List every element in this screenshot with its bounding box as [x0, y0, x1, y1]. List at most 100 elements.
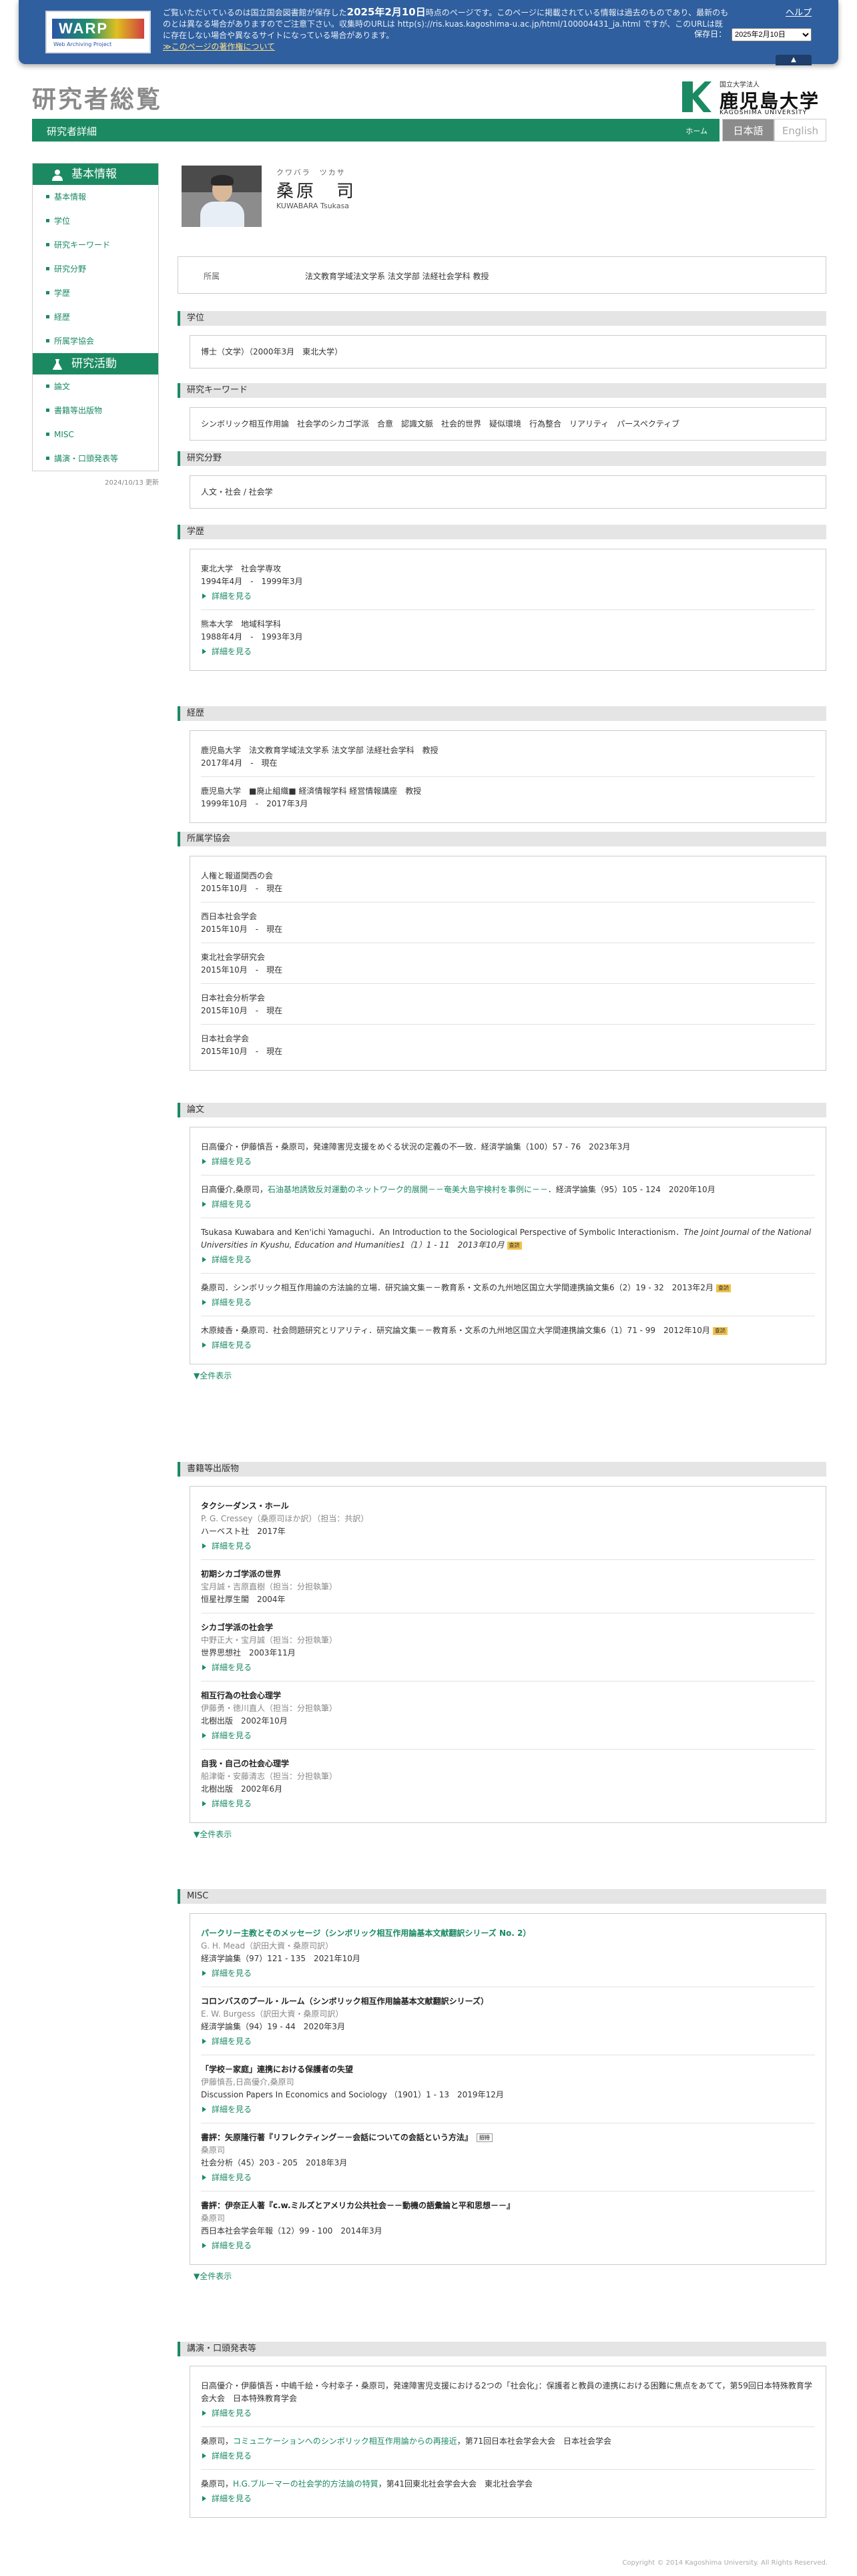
- paper-authors: 桑原司．シンボリック相互作用論の方法論的立場．研究論文集－－教育系・文系の九州地…: [201, 1283, 713, 1292]
- show-all-books-link[interactable]: ▼全件表示: [194, 1828, 826, 1840]
- sidebar-item-misc[interactable]: MISC: [33, 423, 158, 447]
- affiliation-box: 所属 法文教育学域法文学系 法文学部 法経社会学科 教授: [178, 256, 826, 294]
- talk-title-link[interactable]: コミュニケーションへのシンボリック相互作用論からの再接近: [233, 2436, 457, 2446]
- sidebar-item-field[interactable]: 研究分野: [33, 257, 158, 281]
- papers-box: 日高優介・伊藤慎吾・桑原司，発達障害児支援をめぐる状況の定義の不一致．経済学論集…: [190, 1127, 826, 1364]
- sidebar-item-career[interactable]: 経歴: [33, 305, 158, 329]
- sidebar-item-degree[interactable]: 学位: [33, 209, 158, 233]
- sidebar-item-talks[interactable]: 講演・口頭発表等: [33, 447, 158, 471]
- warp-date-select[interactable]: 2025年2月10日: [732, 28, 812, 41]
- details-link[interactable]: 詳細を見る: [201, 2035, 815, 2048]
- education-heading: 学歴: [178, 525, 826, 539]
- details-link[interactable]: 詳細を見る: [201, 1797, 815, 1810]
- photo-figure-hair: [211, 175, 234, 186]
- societies-heading: 所属学協会: [178, 832, 826, 846]
- career-section: 経歴 鹿児島大学 法文教育学域法文学系 法文学部 法経社会学科 教授 2017年…: [178, 706, 826, 823]
- details-link[interactable]: 詳細を見る: [201, 1539, 815, 1553]
- lang-japanese-button[interactable]: 日本語: [722, 119, 774, 142]
- career-name: 鹿児島大学 ■廃止組織■ 経済情報学科 経営情報講座 教授: [201, 786, 422, 796]
- show-all-papers-link[interactable]: ▼全件表示: [194, 1370, 826, 1381]
- list-item: 熊本大学 地域科学科 1988年4月 - 1993年3月 詳細を見る: [201, 610, 815, 665]
- list-item: 書評：伊奈正人著『c.w.ミルズとアメリカ公共社会－－動機の語彙論と平和思想－－…: [201, 2192, 815, 2259]
- talk-citation: 桑原司，H.G.ブルーマーの社会学的方法論の特質，第41回東北社会学会大会 東北…: [201, 2478, 815, 2491]
- peer-review-badge: 査読: [507, 1241, 522, 1250]
- paper-authors: 日高優介,桑原司，: [201, 1185, 268, 1194]
- society-period: 2015年10月 - 現在: [201, 884, 283, 893]
- book-title: タクシーダンス・ホール: [201, 1501, 289, 1511]
- details-link[interactable]: 詳細を見る: [201, 1967, 815, 1980]
- lang-english-button[interactable]: English: [774, 119, 826, 142]
- field-heading: 研究分野: [178, 451, 826, 466]
- career-box: 鹿児島大学 法文教育学域法文学系 法文学部 法経社会学科 教授 2017年4月 …: [190, 730, 826, 823]
- sidebar-item-papers[interactable]: 論文: [33, 374, 158, 399]
- details-link[interactable]: 詳細を見る: [201, 1253, 815, 1266]
- book-authors: 伊藤勇・徳川直人（担当：分担執筆）: [201, 1704, 338, 1713]
- warp-collapse-button[interactable]: ▲: [776, 55, 812, 65]
- misc-heading: MISC: [178, 1889, 826, 1904]
- sidebar-item-basic-info[interactable]: 基本情報: [33, 185, 158, 209]
- details-link[interactable]: 詳細を見る: [201, 2239, 815, 2252]
- list-item: 鹿児島大学 法文教育学域法文学系 法文学部 法経社会学科 教授 2017年4月 …: [201, 736, 815, 777]
- details-link[interactable]: 詳細を見る: [201, 589, 815, 603]
- paper-title-link[interactable]: 石油基地誘致反対運動のネットワーク的展開－－奄美大島宇検村を事例に－－: [268, 1185, 548, 1194]
- list-item: コロンバスのプール・ルーム（シンボリック相互作用論基本文献翻訳シリーズ） E. …: [201, 1987, 815, 2055]
- books-section: 書籍等出版物 タクシーダンス・ホール P. G. Cressey（桑原司ほか訳）…: [178, 1462, 826, 1840]
- book-authors: 船津衛・安藤清志（担当：分担執筆）: [201, 1772, 338, 1781]
- misc-authors: 桑原司: [201, 2145, 226, 2155]
- warp-banner: WARP Web Archiving Project ご覧いただいているのは国立…: [19, 0, 838, 65]
- misc-title: 「学校－家庭」連携における保護者の失望: [201, 2065, 354, 2074]
- talks-heading: 講演・口頭発表等: [178, 2342, 826, 2356]
- education-name: 熊本大学 地域科学科: [201, 619, 282, 629]
- misc-title-link[interactable]: パークリー主教とそのメッセージ（シンボリック相互作用論基本文献翻訳シリーズ No…: [201, 1927, 815, 1940]
- details-link[interactable]: 詳細を見る: [201, 645, 815, 658]
- sidebar-item-keywords[interactable]: 研究キーワード: [33, 233, 158, 257]
- details-link[interactable]: 詳細を見る: [201, 1661, 815, 1674]
- warp-copyright-link[interactable]: ≫このページの著作権について: [163, 42, 275, 51]
- misc-title: コロンバスのプール・ルーム（シンボリック相互作用論基本文献翻訳シリーズ）: [201, 1997, 489, 2006]
- warp-notice: ご覧いただいているのは国立国会図書館が保存した2025年2月10日時点のページで…: [163, 7, 730, 53]
- details-link[interactable]: 詳細を見る: [201, 1729, 815, 1742]
- book-authors: 宝月誠・吉原直樹（担当：分担執筆）: [201, 1582, 338, 1591]
- university-logo[interactable]: 国立大学法人 鹿児島大学 KAGOSHIMA UNIVERSITY: [681, 79, 828, 116]
- warp-help-link[interactable]: ヘルプ: [786, 5, 812, 18]
- society-name: 日本社会学会: [201, 1034, 250, 1043]
- sidebar-item-societies[interactable]: 所属学協会: [33, 329, 158, 353]
- talk-title-link[interactable]: H.G.ブルーマーの社会学的方法論の特質: [233, 2479, 378, 2489]
- misc-authors: 伊藤慎吾,日高優介,桑原司: [201, 2077, 294, 2087]
- society-name: 東北社会学研究会: [201, 953, 266, 962]
- details-link[interactable]: 詳細を見る: [201, 1296, 815, 1309]
- talks-section: 講演・口頭発表等 日高優介・伊藤慎吾・中嶋千絵・今村幸子・桑原司，発達障害児支援…: [178, 2342, 826, 2518]
- details-link[interactable]: 詳細を見る: [201, 1338, 815, 1352]
- researcher-name: 桑原 司: [276, 182, 357, 202]
- society-name: 人権と報道関西の会: [201, 871, 274, 880]
- details-link[interactable]: 詳細を見る: [201, 1155, 815, 1168]
- details-link[interactable]: 詳細を見る: [201, 2406, 815, 2420]
- societies-box: 人権と報道関西の会 2015年10月 - 現在 西日本社会学会 2015年10月…: [190, 856, 826, 1071]
- show-all-misc-link[interactable]: ▼全件表示: [194, 2270, 826, 2282]
- society-period: 2015年10月 - 現在: [201, 925, 283, 934]
- warp-logo[interactable]: WARP Web Archiving Project: [45, 11, 151, 53]
- book-publisher: 北樹出版 2002年10月: [201, 1716, 288, 1726]
- sidebar-item-education[interactable]: 学歴: [33, 281, 158, 305]
- list-item: 東北大学 社会学専攻 1994年4月 - 1999年3月 詳細を見る: [201, 555, 815, 610]
- details-link[interactable]: 詳細を見る: [201, 2103, 815, 2116]
- details-link[interactable]: 詳細を見る: [201, 2492, 815, 2505]
- warp-notice-date: 2025年2月10日: [346, 6, 426, 18]
- books-heading: 書籍等出版物: [178, 1462, 826, 1477]
- home-link[interactable]: ホーム: [685, 125, 707, 136]
- list-item: シカゴ学派の社会学 中野正大・宝月誠（担当：分担執筆） 世界思想社 2003年1…: [201, 1613, 815, 1682]
- sidebar: 基本情報 基本情報 学位 研究キーワード 研究分野 学歴 経歴 所属学協会 研究…: [32, 163, 159, 471]
- misc-publication: 西日本社会学会年報（12）99 - 100 2014年3月: [201, 2226, 382, 2236]
- sidebar-item-books[interactable]: 書籍等出版物: [33, 399, 158, 423]
- list-item: 相互行為の社会心理学 伊藤勇・徳川直人（担当：分担執筆） 北樹出版 2002年1…: [201, 1682, 815, 1750]
- misc-authors: G. H. Mead（訳田大資・桑原司訳）: [201, 1941, 334, 1951]
- paper-authors: 日高優介・伊藤慎吾・桑原司，: [201, 1142, 314, 1151]
- site-title[interactable]: 研究者総覧: [32, 80, 162, 115]
- field-box: 人文・社会 / 社会学: [190, 475, 826, 509]
- details-link[interactable]: 詳細を見る: [201, 2171, 815, 2184]
- details-link[interactable]: 詳細を見る: [201, 1198, 815, 1211]
- details-link[interactable]: 詳細を見る: [201, 2449, 815, 2463]
- book-title: 自我・自己の社会心理学: [201, 1759, 290, 1768]
- papers-heading: 論文: [178, 1103, 826, 1117]
- paper-detail: 発達障害児支援をめぐる状況の定義の不一致．経済学論集（100）57 - 76 2…: [313, 1142, 631, 1151]
